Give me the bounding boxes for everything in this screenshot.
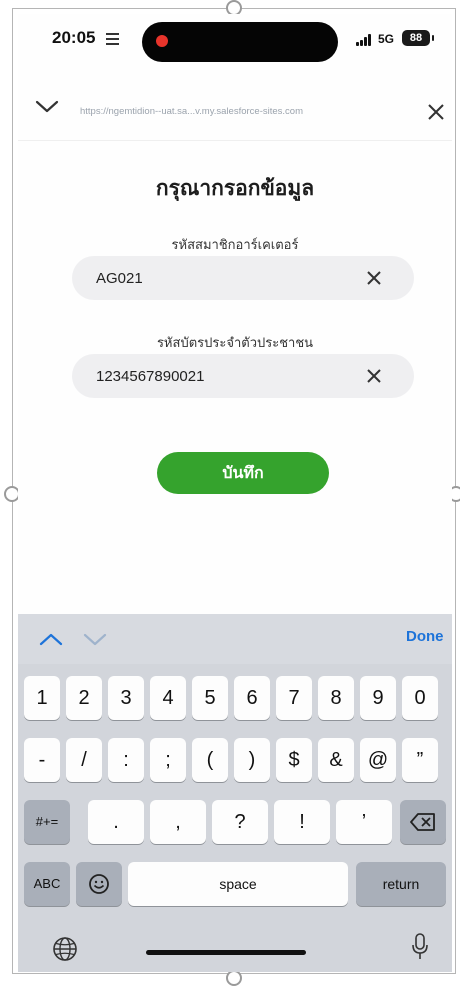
chevron-down-icon[interactable] bbox=[34, 96, 60, 116]
key-5[interactable]: 5 bbox=[192, 676, 228, 720]
dynamic-island bbox=[142, 22, 338, 62]
key-exclamation[interactable]: ! bbox=[274, 800, 330, 844]
key-hyphen[interactable]: - bbox=[24, 738, 60, 782]
key-at[interactable]: @ bbox=[360, 738, 396, 782]
key-abc[interactable]: ABC bbox=[24, 862, 70, 906]
key-close-paren[interactable]: ) bbox=[234, 738, 270, 782]
key-9[interactable]: 9 bbox=[360, 676, 396, 720]
chevron-up-icon[interactable] bbox=[38, 630, 64, 648]
emoji-button[interactable] bbox=[76, 862, 122, 906]
key-apostrophe[interactable]: ’ bbox=[336, 800, 392, 844]
network-label: 5G bbox=[378, 32, 395, 46]
key-7[interactable]: 7 bbox=[276, 676, 312, 720]
key-6[interactable]: 6 bbox=[234, 676, 270, 720]
key-slash[interactable]: / bbox=[66, 738, 102, 782]
backspace-icon bbox=[410, 813, 435, 831]
id-card-label: รหัสบัตรประจำตัวประชาชน bbox=[156, 336, 314, 351]
done-button[interactable]: Done bbox=[406, 628, 444, 645]
home-indicator[interactable] bbox=[146, 950, 306, 955]
key-2[interactable]: 2 bbox=[66, 676, 102, 720]
id-card-field[interactable] bbox=[72, 354, 414, 398]
battery-icon: 88 bbox=[402, 30, 434, 46]
key-3[interactable]: 3 bbox=[108, 676, 144, 720]
key-dollar[interactable]: $ bbox=[276, 738, 312, 782]
url-text[interactable]: https://ngemtidion--uat.sa...v.my.salesf… bbox=[80, 106, 410, 117]
browser-url-bar: https://ngemtidion--uat.sa...v.my.salesf… bbox=[18, 76, 452, 141]
key-colon[interactable]: : bbox=[108, 738, 144, 782]
member-code-input[interactable] bbox=[96, 256, 356, 300]
menu-lines-icon bbox=[106, 33, 119, 48]
key-comma[interactable]: , bbox=[150, 800, 206, 844]
resize-handle-bottom[interactable] bbox=[226, 970, 242, 986]
member-code-label: รหัสสมาชิกอาร์เคเตอร์ bbox=[171, 238, 299, 253]
key-1[interactable]: 1 bbox=[24, 676, 60, 720]
signal-icon bbox=[356, 34, 372, 46]
phone-screen: 20:05 5G 88 https://ngemtidion--uat.sa..… bbox=[18, 14, 452, 972]
key-question[interactable]: ? bbox=[212, 800, 268, 844]
status-time: 20:05 bbox=[52, 28, 96, 47]
clear-icon[interactable] bbox=[364, 268, 384, 288]
keyboard: Done 1 2 3 4 5 6 7 8 9 0 - / : ; ( ) $ &… bbox=[18, 614, 452, 972]
key-symbols-toggle[interactable]: #+= bbox=[24, 800, 70, 844]
close-icon[interactable] bbox=[426, 102, 446, 122]
keyboard-accessory-bar: Done bbox=[18, 614, 452, 664]
key-quote[interactable]: ” bbox=[402, 738, 438, 782]
microphone-icon[interactable] bbox=[410, 932, 430, 962]
recording-icon bbox=[156, 35, 168, 47]
key-space[interactable]: space bbox=[128, 862, 348, 906]
key-4[interactable]: 4 bbox=[150, 676, 186, 720]
key-semicolon[interactable]: ; bbox=[150, 738, 186, 782]
emoji-icon bbox=[89, 874, 109, 894]
key-8[interactable]: 8 bbox=[318, 676, 354, 720]
clear-icon[interactable] bbox=[364, 366, 384, 386]
key-return[interactable]: return bbox=[356, 862, 446, 906]
chevron-down-icon[interactable] bbox=[82, 630, 108, 648]
globe-icon[interactable] bbox=[52, 936, 78, 962]
key-period[interactable]: . bbox=[88, 800, 144, 844]
status-bar: 20:05 5G 88 bbox=[18, 14, 452, 74]
id-card-input[interactable] bbox=[96, 354, 356, 398]
member-code-field[interactable] bbox=[72, 256, 414, 300]
key-ampersand[interactable]: & bbox=[318, 738, 354, 782]
key-0[interactable]: 0 bbox=[402, 676, 438, 720]
key-open-paren[interactable]: ( bbox=[192, 738, 228, 782]
page-title: กรุณากรอกข้อมูล bbox=[155, 176, 315, 200]
backspace-button[interactable] bbox=[400, 800, 446, 844]
save-button[interactable]: บันทึก bbox=[157, 452, 329, 494]
